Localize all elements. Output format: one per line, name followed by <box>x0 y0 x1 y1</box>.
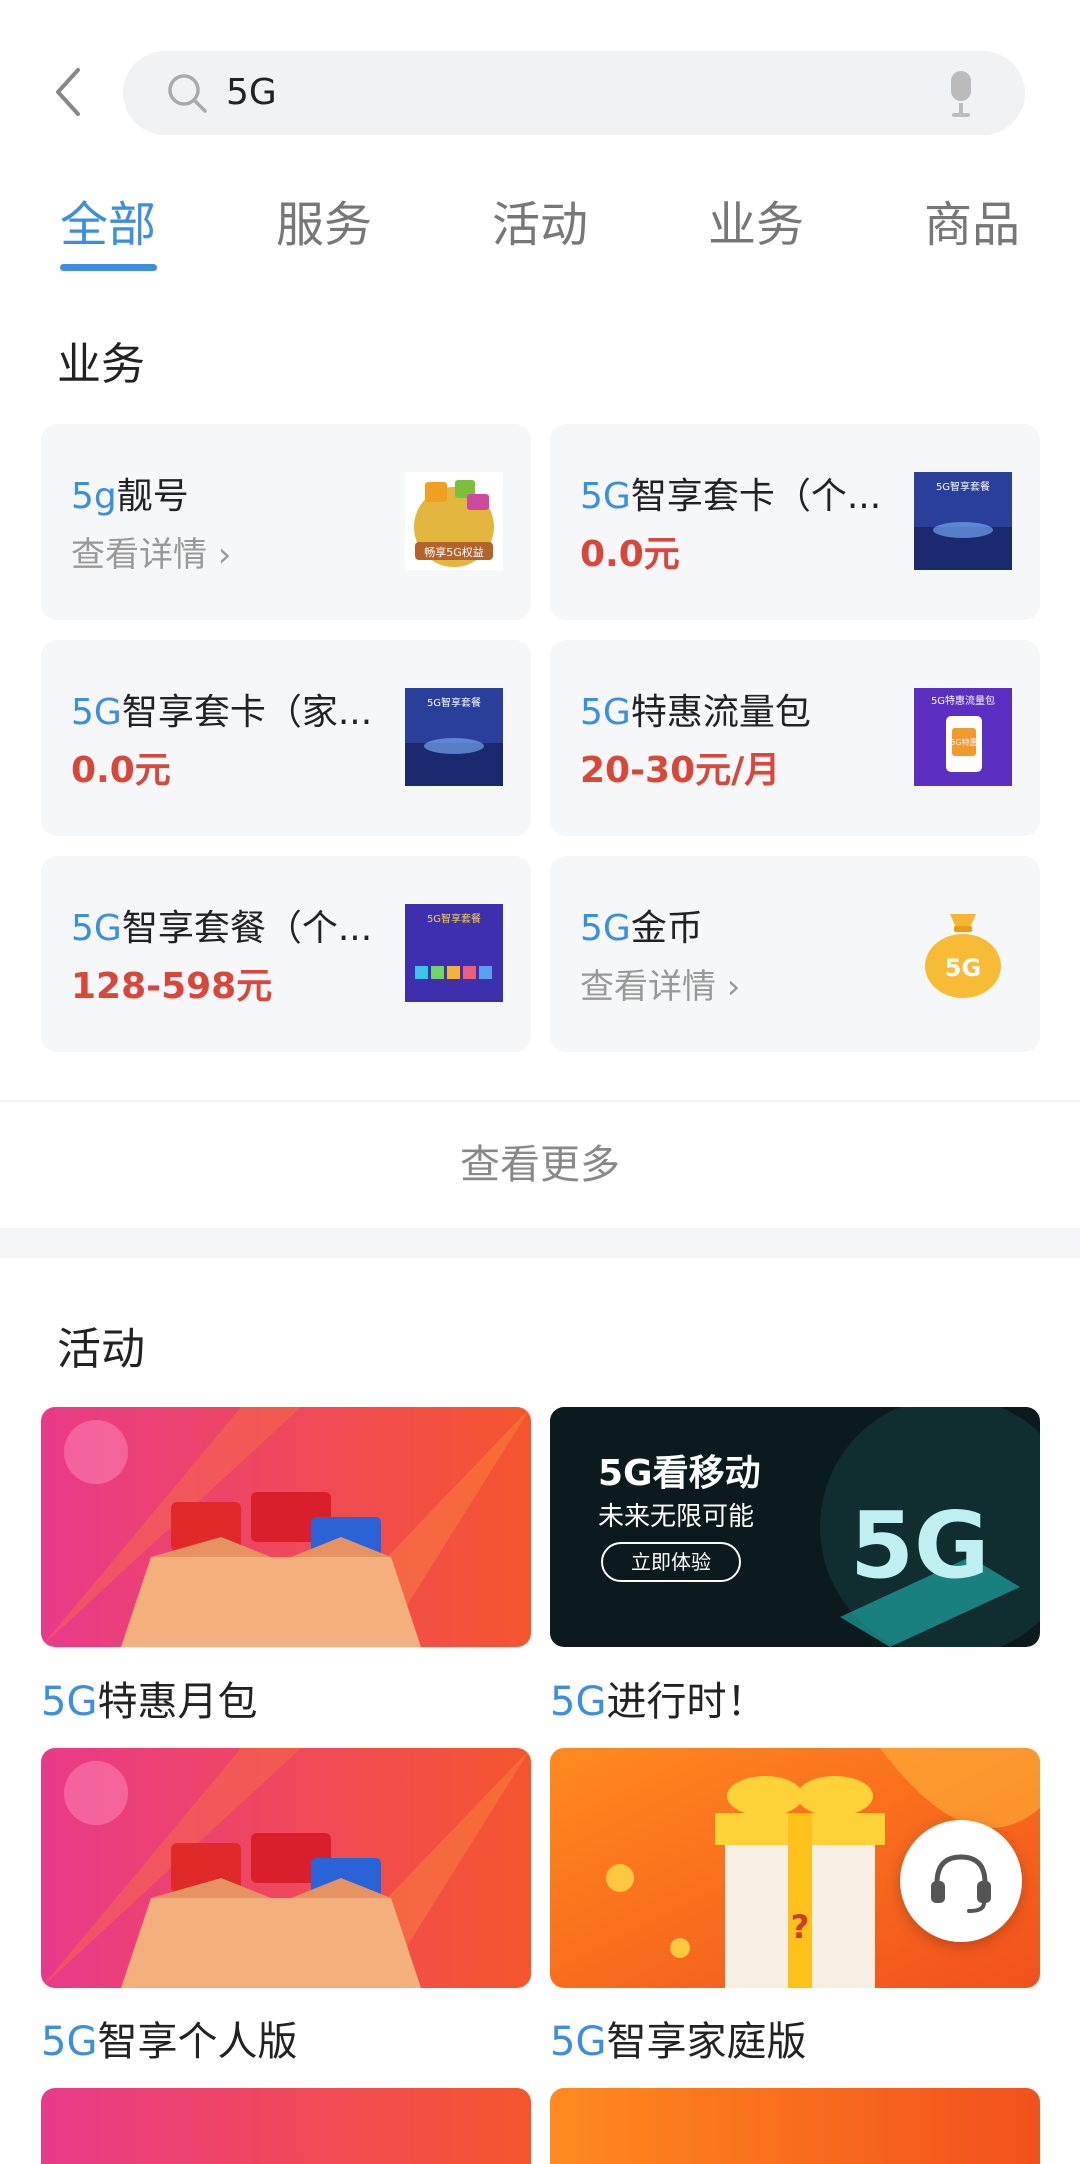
active-tab-indicator <box>60 264 157 271</box>
card-title: 5G智享套卡（家... <box>71 692 373 733</box>
card-price: 0.0元 <box>580 534 680 575</box>
card-title: 5g靓号 <box>71 476 189 517</box>
banner-background <box>550 2088 1040 2164</box>
5g-promo-illustration: 5G看移动 未来无限可能 立即体验 5G <box>550 1407 1040 1647</box>
business-section-title: 业务 <box>57 339 145 390</box>
activity-section-title: 活动 <box>57 1324 145 1375</box>
tab-service[interactable]: 服务 <box>276 190 372 260</box>
activity-label[interactable]: 5G进行时！ <box>550 1674 766 1730</box>
5g-plan-thumbnail: 5G智享套餐 <box>914 472 1012 570</box>
5g-plan-thumbnail: 5G智享套餐 <box>405 904 503 1002</box>
business-card-5g-number[interactable]: 5g靓号 查看详情 › 畅享5G权益 <box>41 424 531 620</box>
card-price: 0.0元 <box>71 750 171 791</box>
svg-text:5G: 5G <box>945 954 981 982</box>
activity-banner-partial[interactable] <box>41 2088 531 2164</box>
svg-text:畅享5G权益: 畅享5G权益 <box>424 545 484 559</box>
category-tabs: 全部 服务 活动 业务 商品 <box>0 190 1080 280</box>
card-title: 5G金币 <box>580 908 703 949</box>
svg-text:5G看移动: 5G看移动 <box>598 1453 761 1494</box>
svg-text:5G智享套餐: 5G智享套餐 <box>427 912 481 925</box>
svg-text:5G特惠: 5G特惠 <box>950 737 977 747</box>
view-more-button[interactable]: 查看更多 <box>0 1135 1080 1195</box>
tab-business[interactable]: 业务 <box>708 190 804 260</box>
customer-service-button[interactable] <box>900 1820 1022 1942</box>
svg-text:?: ? <box>791 1908 810 1946</box>
activity-banner-partial[interactable] <box>550 2088 1040 2164</box>
coin-bag-icon: 5G <box>925 914 1001 998</box>
divider <box>0 1100 1080 1102</box>
5g-data-pack-thumbnail: 5G特惠流量包 5G特惠 <box>914 688 1012 786</box>
tab-goods[interactable]: 商品 <box>924 190 1020 260</box>
svg-text:5G智享套餐: 5G智享套餐 <box>427 696 481 709</box>
5g-rights-bag-thumbnail: 畅享5G权益 <box>405 472 503 570</box>
activity-banner-5g-monthly-pack[interactable] <box>41 1407 531 1647</box>
tab-all[interactable]: 全部 <box>60 190 156 260</box>
activity-label[interactable]: 5G智享个人版 <box>41 2014 297 2070</box>
business-card-5g-family-card[interactable]: 5G智享套卡（家... 0.0元 5G智享套餐 <box>41 640 531 836</box>
search-bar[interactable]: 5G <box>123 51 1025 135</box>
gift-box-illustration <box>41 1748 531 1988</box>
activity-label[interactable]: 5G特惠月包 <box>41 1674 257 1730</box>
search-icon <box>168 74 207 113</box>
gift-box-illustration <box>41 1407 531 1647</box>
business-card-5g-coin[interactable]: 5G金币 查看详情 › 5G <box>550 856 1040 1052</box>
tab-activity[interactable]: 活动 <box>492 190 588 260</box>
card-title: 5G智享套餐（个... <box>71 908 373 949</box>
business-card-5g-personal-plan[interactable]: 5G智享套餐（个... 128-598元 5G智享套餐 <box>41 856 531 1052</box>
headset-icon <box>931 1854 991 1913</box>
activity-banner-5g-in-progress[interactable]: 5G看移动 未来无限可能 立即体验 5G <box>550 1407 1040 1647</box>
activity-banner-5g-personal[interactable] <box>41 1748 531 1988</box>
card-price: 20-30元/月 <box>580 750 781 791</box>
card-price: 128-598元 <box>71 966 273 1007</box>
svg-text:5G特惠流量包: 5G特惠流量包 <box>931 694 995 707</box>
svg-text:未来无限可能: 未来无限可能 <box>598 1502 754 1532</box>
card-title: 5G智享套卡（个... <box>580 476 882 517</box>
search-input[interactable]: 5G <box>226 69 277 117</box>
microphone-icon[interactable] <box>945 69 977 119</box>
business-card-5g-personal-card[interactable]: 5G智享套卡（个... 0.0元 5G智享套餐 <box>550 424 1040 620</box>
svg-text:5G智享套餐: 5G智享套餐 <box>936 480 990 493</box>
5g-plan-thumbnail: 5G智享套餐 <box>405 688 503 786</box>
view-detail-link[interactable]: 查看详情 › <box>71 532 231 578</box>
card-title: 5G特惠流量包 <box>580 692 811 733</box>
back-arrow-icon[interactable] <box>48 62 88 122</box>
section-gap <box>0 1228 1080 1258</box>
top-bar: 5G <box>0 0 1080 185</box>
business-card-5g-data-pack[interactable]: 5G特惠流量包 20-30元/月 5G特惠流量包 5G特惠 <box>550 640 1040 836</box>
svg-text:5G: 5G <box>850 1492 990 1599</box>
activity-label[interactable]: 5G智享家庭版 <box>550 2014 806 2070</box>
view-detail-link[interactable]: 查看详情 › <box>580 964 740 1010</box>
svg-text:立即体验: 立即体验 <box>631 1550 711 1574</box>
banner-background <box>41 2088 531 2164</box>
